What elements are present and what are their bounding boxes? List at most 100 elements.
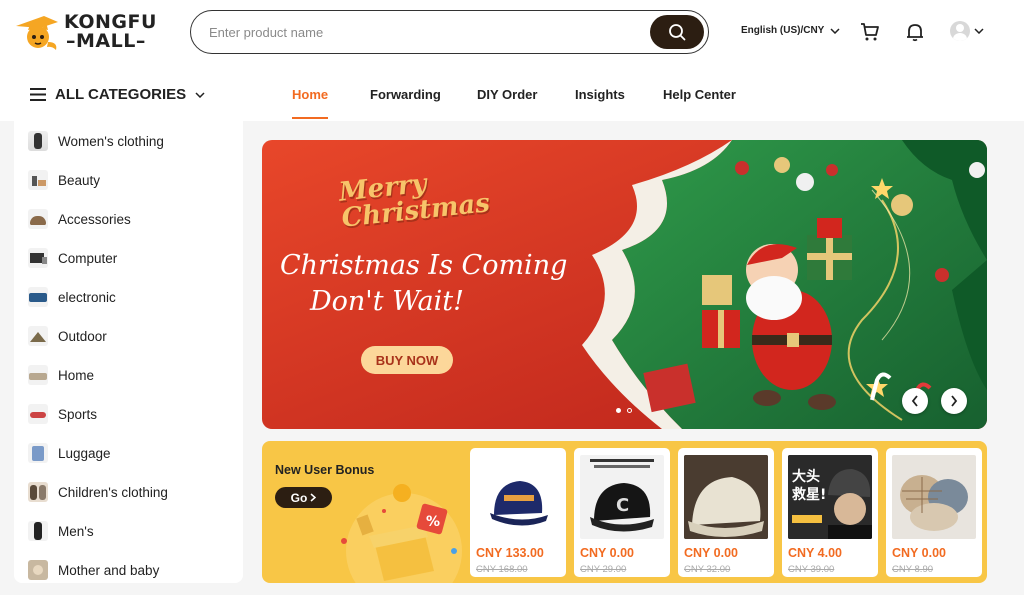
- category-thumbnail: [28, 326, 48, 346]
- user-menu[interactable]: [950, 21, 984, 41]
- svg-text:救星!: 救星!: [792, 486, 826, 503]
- carousel-dot[interactable]: [627, 408, 632, 413]
- gift-box-illustration: %: [341, 484, 462, 583]
- bonus-title: New User Bonus: [275, 463, 375, 477]
- category-item-childrens-clothing[interactable]: Children's clothing: [28, 482, 168, 502]
- top-header: KONGFU –MALL– English (US)/CNY: [0, 0, 1024, 66]
- search-input[interactable]: [209, 20, 629, 44]
- tab-home[interactable]: Home: [292, 87, 328, 102]
- hamburger-menu-icon: [30, 88, 46, 101]
- chevron-right-icon: [310, 493, 317, 502]
- search-button[interactable]: [650, 15, 704, 49]
- category-thumbnail: [28, 287, 48, 307]
- product-price: CNY 0.00: [892, 546, 946, 560]
- product-image: [476, 455, 560, 539]
- product-original-price: CNY 168.00: [476, 564, 528, 575]
- bell-icon: [907, 24, 923, 42]
- category-label: Sports: [58, 406, 98, 422]
- cart-button[interactable]: [858, 20, 882, 44]
- category-thumbnail: [28, 443, 48, 463]
- category-item-outdoor[interactable]: Outdoor: [28, 326, 107, 346]
- tab-diy-order[interactable]: DIY Order: [477, 87, 537, 102]
- tab-help-center[interactable]: Help Center: [663, 87, 736, 102]
- carousel-next-button[interactable]: [941, 388, 967, 414]
- notifications-button[interactable]: [903, 20, 927, 44]
- category-item-sports[interactable]: Sports: [28, 404, 97, 424]
- category-item-luggage[interactable]: Luggage: [28, 443, 111, 463]
- main-nav: ALL CATEGORIES Home Forwarding DIY Order…: [0, 66, 1024, 121]
- product-card[interactable]: CNY 0.00 CNY 8.90: [886, 448, 982, 577]
- category-item-accessories[interactable]: Accessories: [28, 209, 131, 229]
- svg-text:%: %: [426, 514, 440, 530]
- category-label: Computer: [58, 250, 118, 266]
- category-thumbnail: [28, 131, 48, 151]
- chevron-down-icon: [974, 28, 984, 34]
- category-label: Luggage: [58, 445, 111, 461]
- brand-logo[interactable]: KONGFU –MALL–: [14, 10, 159, 56]
- category-item-womens-clothing[interactable]: Women's clothing: [28, 131, 164, 151]
- product-card[interactable]: CNY 0.00 CNY 32.00: [678, 448, 774, 577]
- product-card[interactable]: CNY 133.00 CNY 168.00: [470, 448, 566, 577]
- new-user-bonus-section: New User Bonus Go % CNY 133.00 CNY 168.0…: [262, 441, 987, 583]
- carousel-prev-button[interactable]: [902, 388, 928, 414]
- product-card[interactable]: 大头 救星! CNY 4.00 CNY 39.00: [782, 448, 878, 577]
- buy-now-button[interactable]: BUY NOW: [361, 346, 453, 374]
- carousel-dots: [616, 408, 632, 413]
- carousel-dot-active[interactable]: [616, 408, 621, 413]
- product-image: [892, 455, 976, 539]
- tab-forwarding[interactable]: Forwarding: [370, 87, 441, 102]
- product-original-price: CNY 32.00: [684, 564, 731, 575]
- tab-insights[interactable]: Insights: [575, 87, 625, 102]
- all-categories-label: ALL CATEGORIES: [55, 86, 187, 103]
- category-item-mother-and-baby[interactable]: Mother and baby: [28, 560, 159, 580]
- chevron-down-icon: [195, 91, 205, 98]
- hero-banner[interactable]: Merry Christmas Christmas Is Coming Don'…: [262, 140, 987, 429]
- chevron-left-icon: [911, 395, 918, 407]
- product-card[interactable]: C CNY 0.00 CNY 29.00: [574, 448, 670, 577]
- category-label: electronic: [58, 289, 116, 305]
- category-thumbnail: [28, 209, 48, 229]
- search-bar: [190, 10, 709, 54]
- product-image: C: [580, 455, 664, 539]
- product-original-price: CNY 8.90: [892, 564, 934, 575]
- category-item-computer[interactable]: Computer: [28, 248, 117, 268]
- avatar: [950, 21, 970, 41]
- chevron-right-icon: [951, 395, 958, 407]
- category-label: Beauty: [58, 172, 101, 188]
- category-item-electronic[interactable]: electronic: [28, 287, 116, 307]
- headline-line2: Don't Wait!: [310, 286, 464, 317]
- go-label: Go: [290, 490, 308, 505]
- category-label: Men's: [58, 523, 94, 539]
- search-icon: [669, 24, 686, 41]
- brand-line2: MALL: [76, 30, 136, 52]
- fox-mascot-icon: [16, 16, 58, 50]
- product-price: CNY 133.00: [476, 546, 544, 560]
- category-item-mens[interactable]: Men's: [28, 521, 94, 541]
- product-image: 大头 救星!: [788, 455, 872, 539]
- category-label: Children's clothing: [58, 484, 168, 500]
- all-categories-button[interactable]: ALL CATEGORIES: [30, 86, 205, 103]
- active-tab-indicator: [292, 117, 328, 119]
- category-thumbnail: [28, 170, 48, 190]
- category-thumbnail: [28, 521, 48, 541]
- product-original-price: CNY 39.00: [788, 564, 835, 575]
- category-sidebar: Women's clothing Beauty Accessories Comp…: [14, 121, 243, 583]
- product-price: CNY 0.00: [684, 546, 738, 560]
- category-label: Women's clothing: [58, 133, 164, 149]
- category-thumbnail: [28, 365, 48, 385]
- chevron-down-icon: [830, 27, 840, 34]
- category-item-home[interactable]: Home: [28, 365, 94, 385]
- product-price: CNY 4.00: [788, 546, 842, 560]
- category-thumbnail: [28, 248, 48, 268]
- product-original-price: CNY 29.00: [580, 564, 627, 575]
- language-currency-selector[interactable]: English (US)/CNY: [741, 25, 840, 36]
- category-thumbnail: [28, 482, 48, 502]
- category-label: Outdoor: [58, 328, 107, 344]
- product-image: [684, 455, 768, 539]
- category-label: Accessories: [58, 211, 131, 227]
- banner-headline: Christmas Is Coming Don't Wait!: [280, 248, 567, 320]
- language-label: English (US)/CNY: [741, 25, 825, 36]
- cart-icon: [861, 23, 879, 41]
- product-price: CNY 0.00: [580, 546, 634, 560]
- category-item-beauty[interactable]: Beauty: [28, 170, 100, 190]
